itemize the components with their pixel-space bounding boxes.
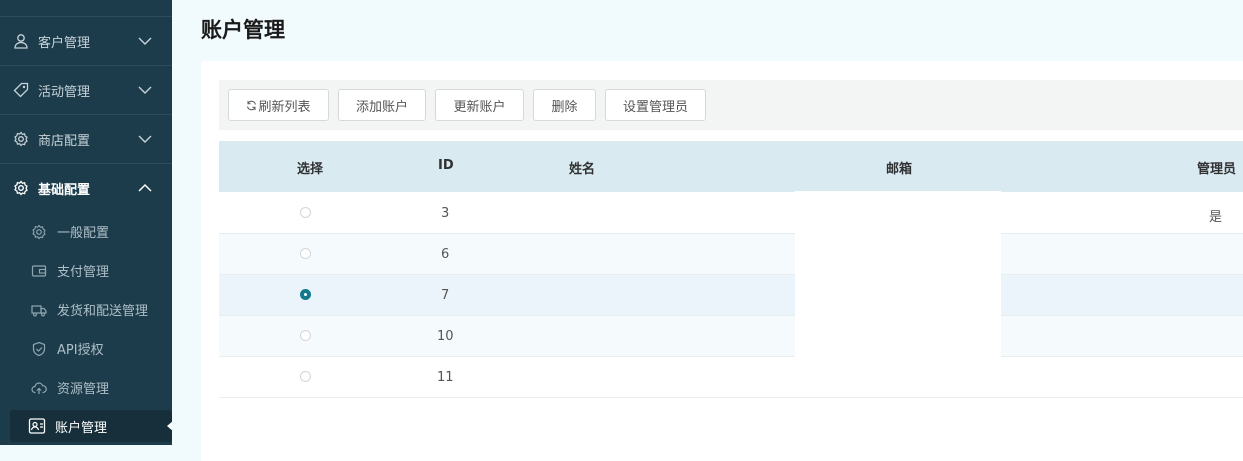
- table-row[interactable]: 7: [219, 275, 1243, 316]
- row-id: 3: [441, 206, 450, 221]
- submenu-label: API授权: [57, 343, 104, 358]
- submenu-shipping[interactable]: 发货和配送管理: [0, 290, 172, 329]
- menu-customer-management[interactable]: 客户管理: [0, 17, 172, 66]
- submenu-account-management[interactable]: 账户管理: [10, 410, 172, 442]
- header-name: 姓名: [569, 162, 596, 177]
- cloud-upload-icon: [30, 379, 48, 397]
- menu-basic-config[interactable]: 基础配置: [0, 164, 172, 212]
- header-email: 邮箱: [886, 162, 913, 177]
- menu-activity-management[interactable]: 活动管理: [0, 66, 172, 115]
- submenu-label: 资源管理: [57, 382, 110, 397]
- add-account-button[interactable]: 添加账户: [338, 89, 426, 121]
- chevron-up-icon: [138, 181, 152, 195]
- menu-label: 客户管理: [38, 35, 91, 51]
- row-id: 6: [441, 247, 450, 262]
- gear-icon: [12, 179, 30, 197]
- table-row[interactable]: 6: [219, 234, 1243, 275]
- submenu-label: 发货和配送管理: [57, 304, 149, 319]
- menu-label: 商店配置: [38, 133, 91, 149]
- refresh-list-button[interactable]: 刷新列表: [228, 89, 329, 121]
- row-radio[interactable]: [300, 248, 311, 259]
- gear-icon: [30, 223, 48, 241]
- update-account-button[interactable]: 更新账户: [435, 89, 524, 121]
- shield-icon: [30, 340, 48, 358]
- row-radio[interactable]: [300, 371, 311, 382]
- submenu-resources[interactable]: 资源管理: [0, 368, 172, 407]
- header-select: 选择: [297, 162, 324, 177]
- row-id: 10: [437, 329, 454, 344]
- submenu-label: 账户管理: [55, 420, 108, 436]
- delete-button[interactable]: 删除: [533, 89, 596, 121]
- menu-label: 基础配置: [38, 182, 91, 198]
- menu-store-config[interactable]: 商店配置: [0, 115, 172, 164]
- row-id: 7: [441, 288, 450, 303]
- sidebar: 客户管理 活动管理 商店配置 基础配置 一般配置 支付管理 发货和配送管理 AP…: [0, 0, 172, 445]
- gear-icon: [12, 130, 30, 148]
- active-caret-icon: [167, 420, 172, 432]
- chevron-down-icon: [138, 83, 152, 97]
- refresh-icon: [246, 100, 257, 111]
- redacted-region: [795, 191, 1001, 358]
- toolbar: 刷新列表 添加账户 更新账户 删除 设置管理员: [219, 80, 1243, 130]
- table-row[interactable]: 10: [219, 316, 1243, 357]
- table-row[interactable]: 3 是: [219, 193, 1243, 234]
- submenu-payment[interactable]: 支付管理: [0, 251, 172, 290]
- submenu-general-config[interactable]: 一般配置: [0, 212, 172, 251]
- user-icon: [12, 32, 30, 50]
- header-admin: 管理员: [1197, 162, 1237, 177]
- set-admin-button[interactable]: 设置管理员: [605, 89, 706, 121]
- submenu-label: 支付管理: [57, 265, 110, 280]
- row-radio[interactable]: [300, 289, 311, 300]
- table-row[interactable]: 11: [219, 357, 1243, 398]
- row-radio[interactable]: [300, 207, 311, 218]
- refresh-list-label: 刷新列表: [258, 99, 311, 115]
- row-radio[interactable]: [300, 330, 311, 341]
- sidebar-top: [0, 0, 172, 17]
- row-id: 11: [437, 370, 454, 385]
- chevron-down-icon: [138, 34, 152, 48]
- header-id: ID: [438, 158, 454, 173]
- truck-icon: [30, 301, 48, 319]
- account-card-icon: [28, 417, 46, 435]
- page-title: 账户管理: [201, 18, 285, 42]
- row-admin: 是: [1209, 210, 1223, 225]
- submenu-label: 一般配置: [57, 226, 110, 241]
- submenu-api-auth[interactable]: API授权: [0, 329, 172, 368]
- wallet-icon: [30, 262, 48, 280]
- tag-icon: [12, 81, 30, 99]
- table-header: 选择 ID 姓名 邮箱 管理员: [219, 141, 1243, 192]
- menu-label: 活动管理: [38, 84, 91, 100]
- chevron-down-icon: [138, 132, 152, 146]
